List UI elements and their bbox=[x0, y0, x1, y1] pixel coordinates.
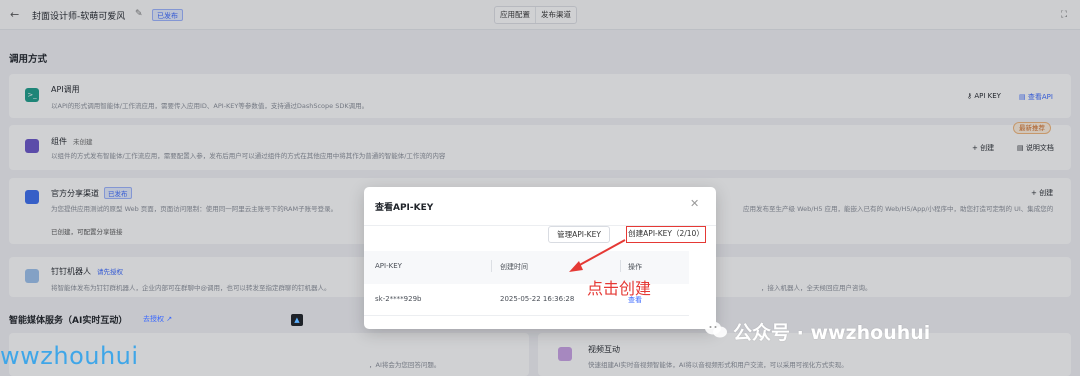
watermark-right: 公众号 · wwzhouhui bbox=[733, 322, 931, 344]
wechat-icon bbox=[705, 321, 727, 338]
watermark-left: wwzhouhui bbox=[0, 342, 139, 370]
annotation-text: 点击创建 bbox=[587, 279, 652, 298]
